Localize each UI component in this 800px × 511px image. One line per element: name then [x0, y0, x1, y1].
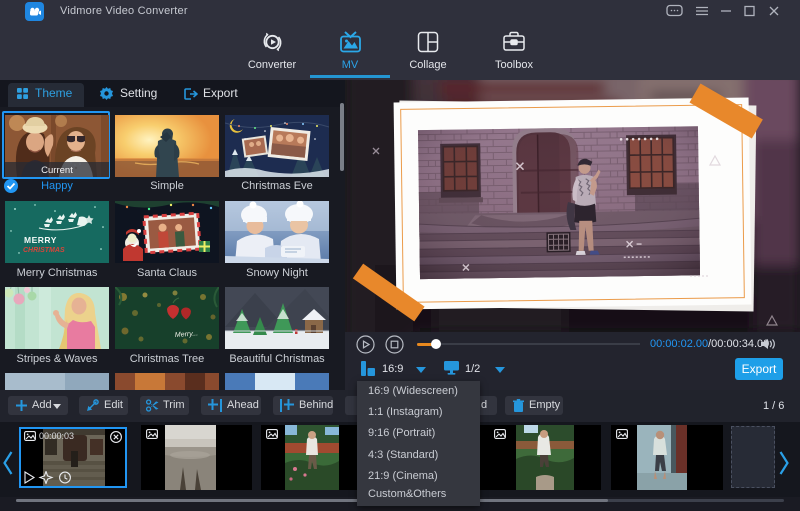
- svg-text:MERRY: MERRY: [24, 235, 57, 245]
- svg-text:CHRISTMAS: CHRISTMAS: [23, 247, 65, 254]
- svg-text:Current: Current: [41, 165, 73, 176]
